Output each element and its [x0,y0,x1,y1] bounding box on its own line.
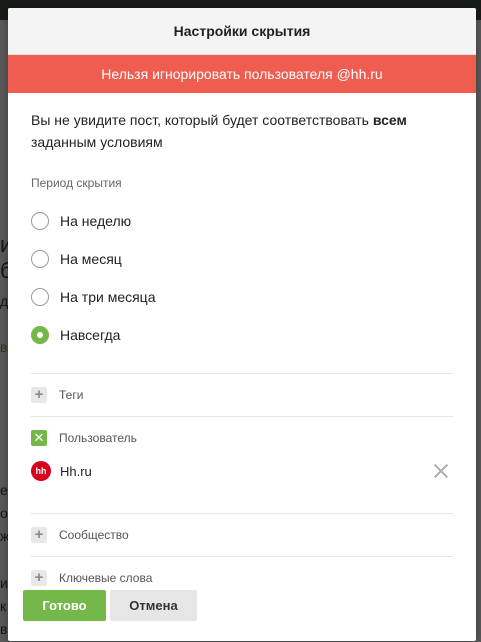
dialog-footer: Готово Отмена [23,590,197,621]
period-option-week[interactable]: На неделю [31,202,453,240]
period-label: Период скрытия [31,176,122,190]
plus-icon[interactable]: + [31,387,47,403]
intro-text-part: заданным условиям [31,134,163,150]
filter-label: Пользователь [59,431,137,445]
period-radio-group: На неделю На месяц На три месяца Навсегд… [31,202,453,354]
radio-label: Навсегда [60,327,121,343]
radio-label: На три месяца [60,289,156,305]
intro-text-emphasis: всем [372,112,407,128]
done-button[interactable]: Готово [23,590,106,621]
dialog-title: Настройки скрытия [8,8,476,55]
filter-tags: + Теги [31,373,453,416]
period-option-three-months[interactable]: На три месяца [31,278,453,316]
hh-logo-icon: hh [31,461,51,481]
hide-settings-dialog: Настройки скрытия Нельзя игнорировать по… [8,8,476,641]
filter-tags-toggle[interactable]: + Теги [31,374,453,416]
radio-button[interactable] [31,250,49,268]
plus-icon[interactable]: + [31,527,47,543]
period-option-month[interactable]: На месяц [31,240,453,278]
radio-label: На месяц [60,251,122,267]
radio-button-checked[interactable] [31,326,49,344]
radio-label: На неделю [60,213,132,229]
intro-text-part: Вы не увидите пост, который будет соотве… [31,112,373,128]
filter-community: + Сообщество [31,513,453,556]
radio-button[interactable] [31,288,49,306]
filter-user-toggle[interactable]: ✕ Пользователь [31,417,453,459]
selected-user: hh Hh.ru [31,459,453,483]
filter-label: Теги [59,388,84,402]
period-option-forever[interactable]: Навсегда [31,316,453,354]
alert-banner: Нельзя игнорировать пользователя @hh.ru [8,55,476,93]
filter-label: Сообщество [59,528,129,542]
filter-user: ✕ Пользователь hh Hh.ru [31,416,453,483]
user-name: Hh.ru [60,463,92,479]
filter-community-toggle[interactable]: + Сообщество [31,514,453,556]
cancel-button[interactable]: Отмена [110,590,197,621]
intro-text: Вы не увидите пост, который будет соотве… [31,109,453,153]
plus-icon[interactable]: + [31,570,47,586]
radio-button[interactable] [31,212,49,230]
remove-user-close-icon[interactable] [432,462,450,480]
close-icon[interactable]: ✕ [31,430,47,446]
filter-label: Ключевые слова [59,571,153,585]
